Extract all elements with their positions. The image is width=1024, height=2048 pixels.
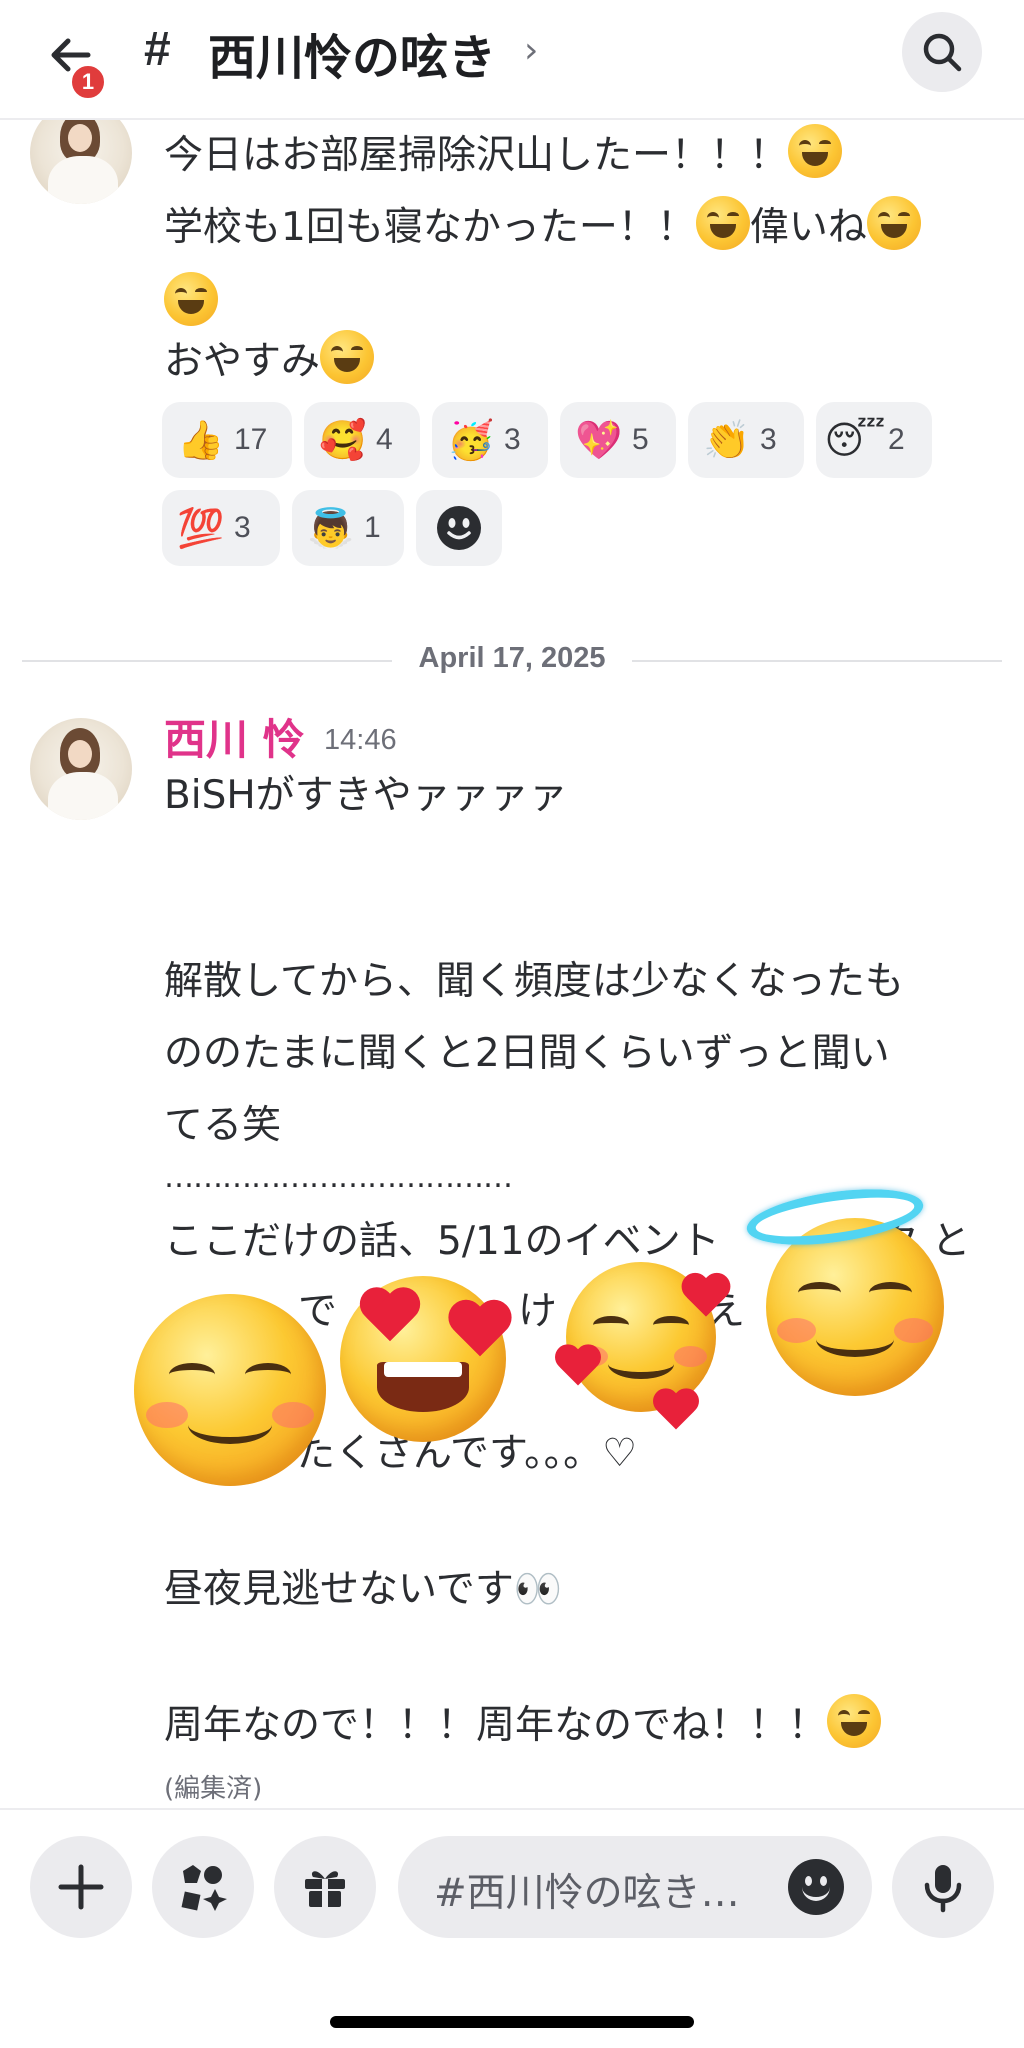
channel-hash-icon: #	[144, 23, 171, 76]
message-line: おやすみ	[164, 326, 375, 398]
microphone-icon	[924, 1865, 962, 1913]
home-indicator[interactable]	[330, 2016, 694, 2028]
sleeping-face-icon: 😴	[824, 418, 886, 462]
message-line: BiSHがすきやァァァァ	[164, 773, 568, 818]
avatar[interactable]	[30, 718, 132, 820]
plus-icon	[58, 1864, 104, 1910]
reaction-sparkling-heart[interactable]: 💖 5	[560, 402, 676, 478]
date-divider: April 17, 2025	[22, 640, 1002, 680]
apps-icon	[181, 1865, 227, 1911]
heart-icon	[652, 1389, 700, 1432]
add-reaction-button[interactable]	[416, 490, 502, 566]
reaction-party[interactable]: 🥳 3	[432, 402, 548, 478]
search-icon	[923, 33, 962, 72]
gift-icon	[305, 1871, 345, 1907]
avatar[interactable]	[30, 120, 132, 204]
dotted-separator: ………………………………	[164, 1160, 513, 1195]
laughing-emoji	[866, 196, 921, 250]
message-line: ののたまに聞くと2日間くらいずっと聞い	[164, 1031, 890, 1076]
message-line: 解散してから、聞く頻度は少なくなったも	[164, 959, 904, 1004]
thumbs-up-icon: 👍	[177, 417, 225, 462]
heart-icon	[447, 1301, 513, 1360]
smiling-hearts-icon: 🥰	[319, 417, 367, 462]
laughing-emoji	[827, 1694, 882, 1748]
sparkling-heart-icon: 💖	[575, 417, 623, 462]
voice-message-button[interactable]	[892, 1836, 994, 1938]
message-input-placeholder: #西川怜の呟き…	[434, 1871, 740, 1916]
gift-button[interactable]	[274, 1836, 376, 1938]
channel-title[interactable]: 西川怜の呟き	[208, 18, 496, 88]
channel-header: 1 # 西川怜の呟き ›	[0, 0, 1024, 120]
reaction-thumbs-up[interactable]: 👍 17	[162, 402, 292, 478]
heart-icon	[554, 1345, 602, 1388]
message-timestamp: 14:46	[324, 724, 397, 756]
smiling-face-emoji	[134, 1294, 326, 1486]
message-input[interactable]: #西川怜の呟き…	[398, 1836, 872, 1938]
heart-icon	[681, 1274, 732, 1320]
baby-angel-icon: 👼	[307, 505, 355, 550]
emoji-picker-button[interactable]	[788, 1859, 844, 1915]
back-button[interactable]: 1	[40, 20, 120, 102]
reaction-smiling-hearts[interactable]: 🥰 4	[304, 402, 420, 478]
laughing-emoji	[788, 124, 843, 178]
heart-icon	[359, 1289, 422, 1346]
message-line: 昼夜見逃せないです👀	[164, 1567, 563, 1612]
chevron-right-icon[interactable]: ›	[524, 30, 538, 71]
laughing-emoji	[695, 196, 750, 250]
add-attachment-button[interactable]	[30, 1836, 132, 1938]
message-fragment: け	[518, 1289, 558, 1334]
apps-button[interactable]	[152, 1836, 254, 1938]
author-name[interactable]: 西川 怜	[164, 706, 305, 767]
message-line: 周年なので！！！周年なのでね！！！	[164, 1690, 882, 1762]
laughing-emoji	[164, 272, 218, 326]
composer-bar: #西川怜の呟き…	[0, 1808, 1024, 2048]
laughing-emoji	[320, 330, 375, 384]
hundred-icon: 💯	[177, 505, 225, 550]
message-list[interactable]: 今日はお部屋掃除沢山したー！！！ 学校も1回も寝なかったー！！ 偉いね おやすみ …	[0, 120, 1024, 1810]
party-face-icon: 🥳	[447, 417, 495, 462]
message-line: 今日はお部屋掃除沢山したー！！！	[164, 120, 843, 192]
reaction-clap[interactable]: 👏 3	[688, 402, 804, 478]
reaction-baby-angel[interactable]: 👼 1	[292, 490, 404, 566]
emoji-icon	[437, 506, 481, 550]
reaction-sleeping[interactable]: 😴 2	[816, 402, 932, 478]
message-line: 学校も1回も寝なかったー！！ 偉いね	[164, 192, 921, 264]
search-button[interactable]	[902, 12, 982, 92]
edited-label: (編集済)	[164, 1774, 263, 1804]
clapping-icon: 👏	[703, 417, 751, 462]
reaction-hundred[interactable]: 💯 3	[162, 490, 280, 566]
unread-badge: 1	[68, 62, 108, 102]
